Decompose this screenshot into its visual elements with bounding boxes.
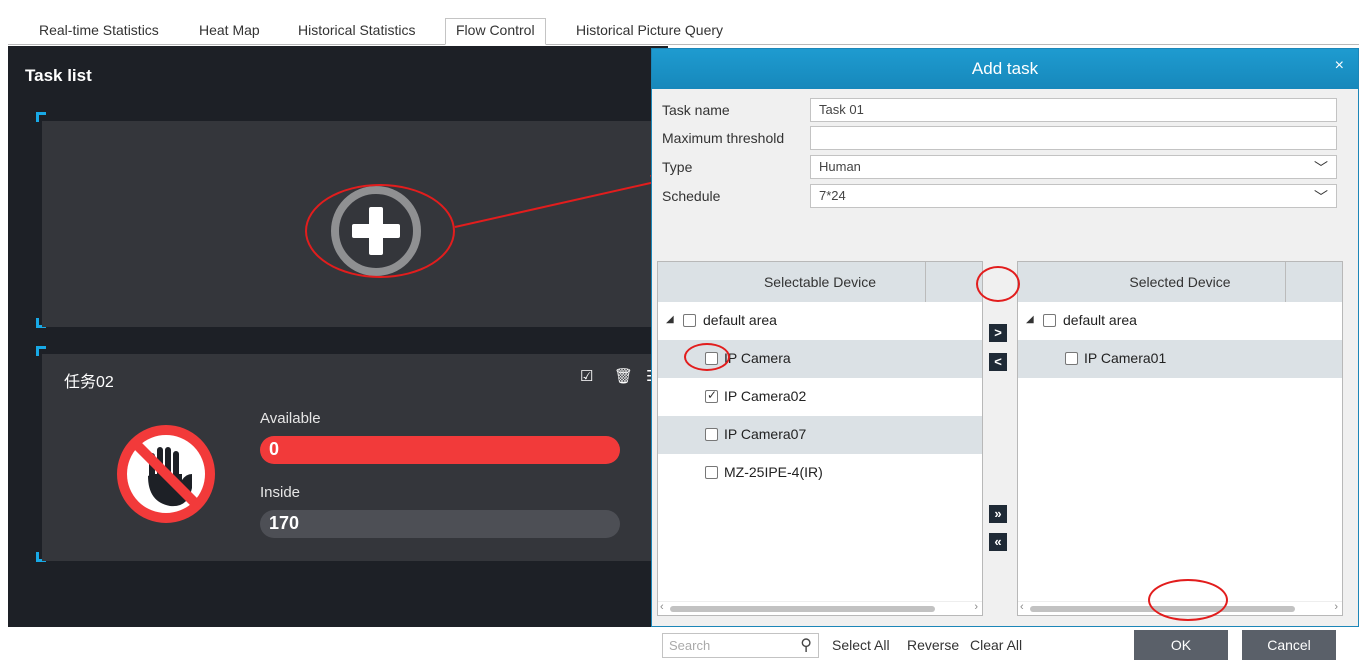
- selected-device-title: Selected Device: [1129, 274, 1231, 290]
- device-row-label: IP Camera07: [724, 426, 807, 442]
- edit-icon[interactable]: ☑: [580, 367, 593, 385]
- available-value: 0: [269, 439, 280, 459]
- chevron-down-icon: ﹀: [1314, 189, 1328, 205]
- selectable-device-title: Selectable Device: [763, 274, 877, 290]
- checkbox[interactable]: [1065, 352, 1078, 365]
- tab-historical-picture-query[interactable]: Historical Picture Query: [565, 18, 734, 45]
- search-input[interactable]: Search ⚲: [662, 633, 819, 658]
- checkbox[interactable]: [705, 428, 718, 441]
- cancel-button[interactable]: Cancel: [1242, 630, 1336, 660]
- type-value: Human: [819, 159, 861, 174]
- expand-triangle-icon[interactable]: ◢: [666, 314, 674, 325]
- tab-flow-control[interactable]: Flow Control: [445, 18, 546, 45]
- device-row-label: IP Camera01: [1084, 350, 1167, 366]
- search-icon[interactable]: ⚲: [800, 635, 812, 655]
- annotation-ellipse: [684, 343, 730, 371]
- move-all-left-button[interactable]: «: [989, 533, 1007, 551]
- move-all-right-button[interactable]: »: [989, 505, 1007, 523]
- tab-historical-statistics[interactable]: Historical Statistics: [287, 18, 426, 45]
- task-list-panel: Task list 任务02 ☑ 🗑 ☰ Available 0 Inside …: [8, 46, 668, 627]
- task-name: 任务02: [64, 374, 114, 391]
- checkbox[interactable]: [705, 466, 718, 479]
- move-left-button[interactable]: <: [989, 353, 1007, 371]
- device-row[interactable]: IP Camera02: [658, 378, 982, 416]
- device-row[interactable]: IP Camera07: [658, 416, 982, 454]
- add-task-dialog: Add task × Task name Task 01 Maximum thr…: [651, 48, 1359, 660]
- tree-row-label: default area: [1063, 312, 1137, 328]
- type-label: Type: [662, 159, 693, 175]
- type-select[interactable]: Human ﹀: [810, 155, 1337, 179]
- device-row-label: IP Camera02: [724, 388, 807, 404]
- horizontal-scrollbar[interactable]: ‹ ›: [658, 601, 982, 615]
- device-row-label: IP Camera: [724, 350, 791, 366]
- device-row[interactable]: IP Camera01: [1018, 340, 1342, 378]
- tree-row-label: default area: [703, 312, 777, 328]
- tab-bar: Real-time Statistics Heat Map Historical…: [8, 8, 1359, 45]
- tab-heat-map[interactable]: Heat Map: [188, 18, 271, 45]
- task-list-title: Task list: [25, 66, 92, 85]
- select-all-button[interactable]: Select All: [832, 637, 890, 653]
- expand-triangle-icon[interactable]: ◢: [1026, 314, 1034, 325]
- schedule-select[interactable]: 7*24 ﹀: [810, 184, 1337, 208]
- move-right-button[interactable]: >: [989, 324, 1007, 342]
- annotation-ellipse: [305, 184, 455, 278]
- inside-bar: 170: [260, 510, 620, 538]
- max-threshold-label: Maximum threshold: [662, 130, 785, 146]
- selectable-device-list: Selectable Device ◢ default area IP Came…: [657, 261, 983, 616]
- selected-device-header: Selected Device: [1018, 262, 1342, 302]
- ok-button[interactable]: OK: [1134, 630, 1228, 660]
- checkbox[interactable]: [1043, 314, 1056, 327]
- max-threshold-field[interactable]: [810, 126, 1337, 150]
- no-entry-hand-icon: [117, 425, 215, 523]
- task-name-label: Task name: [662, 102, 730, 118]
- inside-label: Inside: [260, 484, 301, 501]
- clear-all-button[interactable]: Clear All: [970, 637, 1022, 653]
- dialog-header: Add task ×: [652, 49, 1358, 89]
- selected-device-list: Selected Device ◢ default area IP Camera…: [1017, 261, 1343, 616]
- checkbox[interactable]: [683, 314, 696, 327]
- device-row-label: MZ-25IPE-4(IR): [724, 464, 823, 480]
- close-icon[interactable]: ×: [1335, 57, 1344, 75]
- reverse-button[interactable]: Reverse: [907, 637, 959, 653]
- task-card: 任务02 ☑ 🗑 ☰ Available 0 Inside 170: [42, 354, 668, 561]
- selectable-device-header: Selectable Device: [658, 262, 982, 302]
- inside-value: 170: [269, 513, 300, 533]
- delete-icon[interactable]: 🗑: [614, 367, 633, 385]
- annotation-ellipse: [976, 266, 1020, 302]
- task-name-field[interactable]: Task 01: [810, 98, 1337, 122]
- search-placeholder: Search: [669, 638, 711, 653]
- chevron-down-icon: ﹀: [1314, 160, 1328, 176]
- dialog-body: Task name Task 01 Maximum threshold Type…: [652, 89, 1358, 660]
- dialog-title: Add task: [971, 59, 1039, 78]
- checkbox-checked[interactable]: [705, 388, 718, 403]
- available-bar: 0: [260, 436, 620, 464]
- tab-realtime-statistics[interactable]: Real-time Statistics: [28, 18, 170, 45]
- tree-row-default-area[interactable]: ◢ default area: [1018, 302, 1342, 340]
- device-row[interactable]: MZ-25IPE-4(IR): [658, 454, 982, 492]
- available-label: Available: [260, 410, 321, 427]
- tree-row-default-area[interactable]: ◢ default area: [658, 302, 982, 340]
- annotation-ellipse: [1148, 579, 1228, 621]
- schedule-value: 7*24: [819, 188, 846, 203]
- schedule-label: Schedule: [662, 188, 721, 204]
